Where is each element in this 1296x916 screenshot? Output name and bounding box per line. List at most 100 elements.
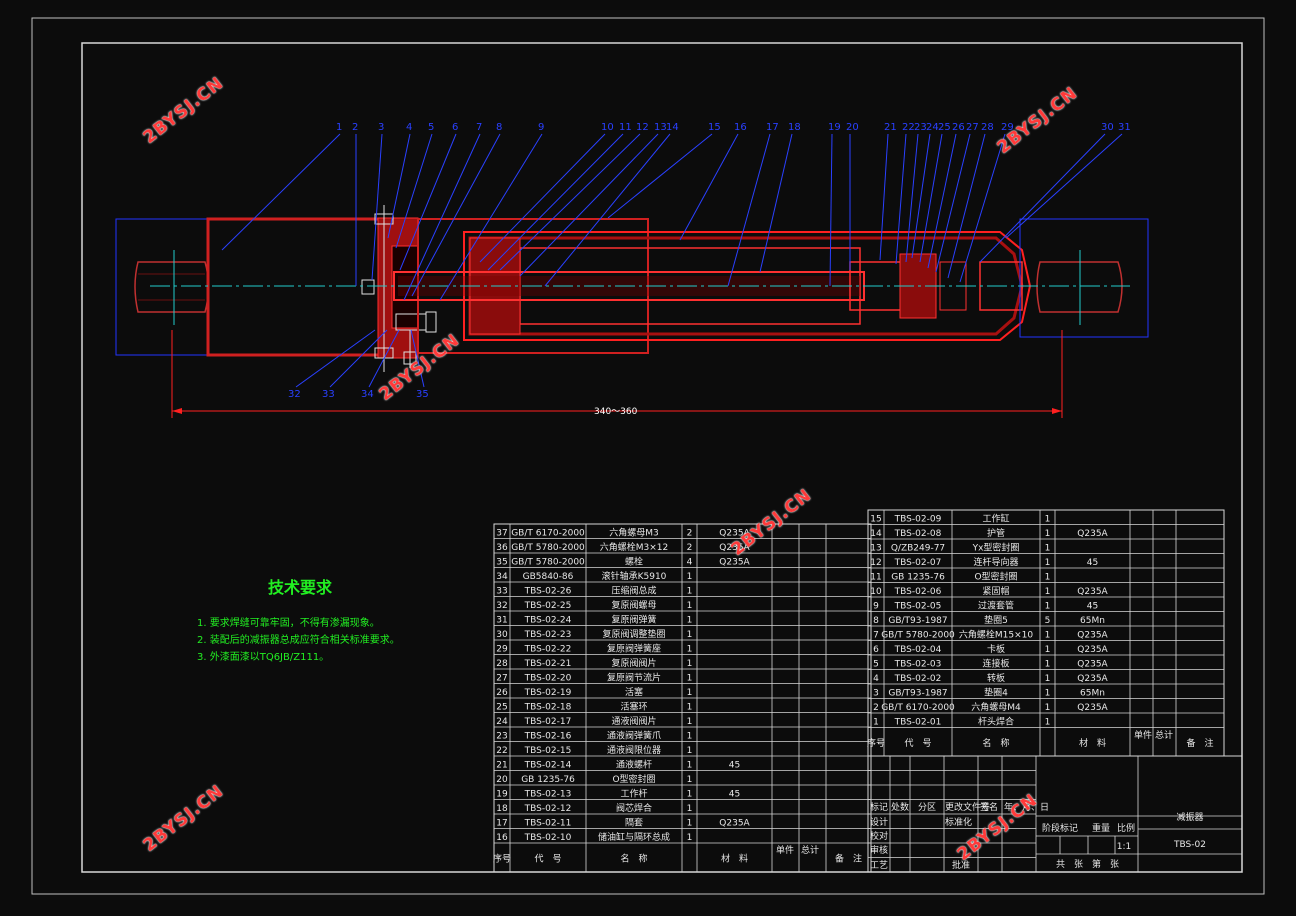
bom-cell: 8	[873, 616, 879, 626]
bom-cell: 螺栓	[625, 556, 643, 568]
bom-cell: 1	[687, 732, 693, 742]
title-block-text: 标准化	[945, 816, 972, 828]
bom-cell: 隔套	[625, 817, 643, 829]
bom-cell: 1	[1045, 660, 1051, 670]
bom-cell: 45	[729, 790, 740, 800]
bom-cell: 1	[687, 572, 693, 582]
part-balloon-label: 26	[952, 122, 965, 133]
bom-cell: Q235A	[719, 558, 750, 568]
bom-cell: Q235A	[1077, 660, 1108, 670]
bom-cell: 1	[687, 804, 693, 814]
bom-cell: 连杆导向器	[973, 556, 1018, 568]
bom-cell: 16	[496, 833, 508, 843]
part-balloon-label: 34	[361, 389, 374, 400]
bom-cell: 1	[1045, 515, 1051, 525]
bom-cell: 65Mn	[1080, 616, 1105, 626]
bom-cell: TBS-02-10	[524, 833, 572, 843]
bom-cell: 通液阀弹簧爪	[607, 730, 661, 742]
bom-cell: Q235A	[1077, 529, 1108, 539]
bom-cell: 30	[496, 630, 508, 640]
bom-cell: 5	[1045, 616, 1051, 626]
bom-cell: 通液螺杆	[616, 759, 652, 771]
bom-cell: 复原阀节流片	[607, 672, 661, 684]
bom-cell: 25	[496, 703, 507, 713]
part-balloon-label: 35	[416, 389, 429, 400]
title-block-text: 减振器	[1176, 811, 1203, 823]
bom-cell: TBS-02-21	[524, 659, 572, 669]
bom-cell: 六角螺母M4	[971, 701, 1021, 713]
part-balloon-label: 30	[1101, 122, 1114, 133]
requirement-3: 3. 外漆面漆以TQ6JB/Z111。	[197, 652, 330, 663]
bom-cell: 活塞	[625, 686, 643, 698]
bom-cell: O型密封圈	[612, 773, 655, 785]
bom-cell: 1	[1045, 674, 1051, 684]
shock-absorber-section	[115, 205, 1149, 418]
bom-cell: 复原阀弹簧	[611, 614, 656, 626]
bom-cell: GB/T 5780-2000	[511, 543, 585, 553]
bom-cell: 过渡套管	[978, 600, 1014, 612]
bom-cell: GB/T 5780-2000	[881, 631, 955, 641]
part-balloon-label: 18	[788, 122, 801, 133]
bom-cell: 储油缸与隔环总成	[598, 831, 670, 843]
bom-cell: 33	[496, 587, 507, 597]
part-balloon-label: 15	[708, 122, 721, 133]
bom-cell: GB 1235-76	[521, 775, 575, 785]
bom-cell: 通液阀阀片	[611, 715, 656, 727]
bom-cell: 2	[687, 543, 693, 553]
assembly-drawing: 340～360 1 2 3 4 5 6 7 8 9 10 11 12 13 14 15 16 17 18 19 20 2…	[31, 17, 1265, 895]
bom-cell: 1	[1045, 544, 1051, 554]
part-balloon-label: 17	[766, 122, 779, 133]
bom-cell: 1	[687, 630, 693, 640]
bom-cell: 27	[496, 674, 507, 684]
bom-cell: 36	[496, 543, 508, 553]
bom-header: 代 号	[904, 738, 931, 749]
bom-cell: 杆头焊合	[978, 716, 1014, 728]
bom-cell: TBS-02-20	[524, 674, 572, 684]
bom-cell: 滚针轴承K5910	[602, 570, 667, 582]
bom-cell: 7	[873, 631, 879, 641]
part-balloon-label: 2	[352, 122, 358, 133]
bom-cell: TBS-02-02	[894, 674, 942, 684]
bom-cell: 1	[1045, 529, 1051, 539]
part-balloon-label: 27	[966, 122, 979, 133]
bom-cell: Q235A	[1077, 674, 1108, 684]
bom-header: 名 称	[620, 853, 647, 865]
bom-cell: Q235A	[719, 819, 750, 829]
title-block-text: 比例	[1117, 822, 1135, 834]
bom-cell: 护管	[987, 527, 1005, 539]
bom-cell: 阀芯焊合	[616, 802, 652, 814]
bom-cell: TBS-02-23	[524, 630, 572, 640]
bom-header: 总计	[801, 844, 819, 856]
bom-cell: GB/T93-1987	[888, 616, 947, 626]
bom-cell: 卡板	[987, 643, 1005, 655]
bom-cell: 32	[496, 601, 507, 611]
bom-header: 名 称	[982, 737, 1009, 749]
title-block-text: 重量	[1092, 822, 1110, 834]
bom-cell: 2	[687, 529, 693, 539]
bom-table-right: 15 TBS-02-09 工作缸 114 TBS-02-08 护管 1 Q235A13 Q/ZB…	[867, 509, 1225, 757]
bom-cell: 1	[687, 674, 693, 684]
title-block-text: 签名	[980, 801, 998, 813]
title-block-text: 设计	[870, 816, 888, 828]
part-balloon-label: 7	[476, 122, 482, 133]
bom-cell: 45	[1087, 558, 1098, 568]
part-balloon-label: 8	[496, 122, 502, 133]
bom-cell: 垫圈4	[984, 687, 1008, 699]
bom-cell: 连接板	[982, 658, 1009, 670]
bom-cell: TBS-02-16	[524, 732, 572, 742]
bom-cell: TBS-02-13	[524, 790, 572, 800]
bom-cell: Q235A	[1077, 645, 1108, 655]
bom-cell: TBS-02-14	[524, 761, 572, 771]
bom-cell: 1	[687, 775, 693, 785]
requirement-2: 2. 装配后的减振器总成应符合相关标准要求。	[197, 635, 400, 646]
bom-cell: TBS-02-03	[894, 660, 942, 670]
bom-cell: 45	[1087, 602, 1098, 612]
title-block-text: 标记	[870, 801, 888, 813]
bom-cell: Q235A	[1077, 587, 1108, 597]
part-balloon-label: 3	[378, 122, 384, 133]
bom-cell: 1	[687, 819, 693, 829]
bom-cell: Q235A	[1077, 631, 1108, 641]
bom-cell: 工作杆	[620, 788, 647, 800]
title-block: 减振器TBS-021:1阶段标记 重量 比例共 张 第 张标记 处数 分区 更改文件号签名…	[867, 755, 1243, 873]
bom-cell: TBS-02-12	[524, 804, 572, 814]
